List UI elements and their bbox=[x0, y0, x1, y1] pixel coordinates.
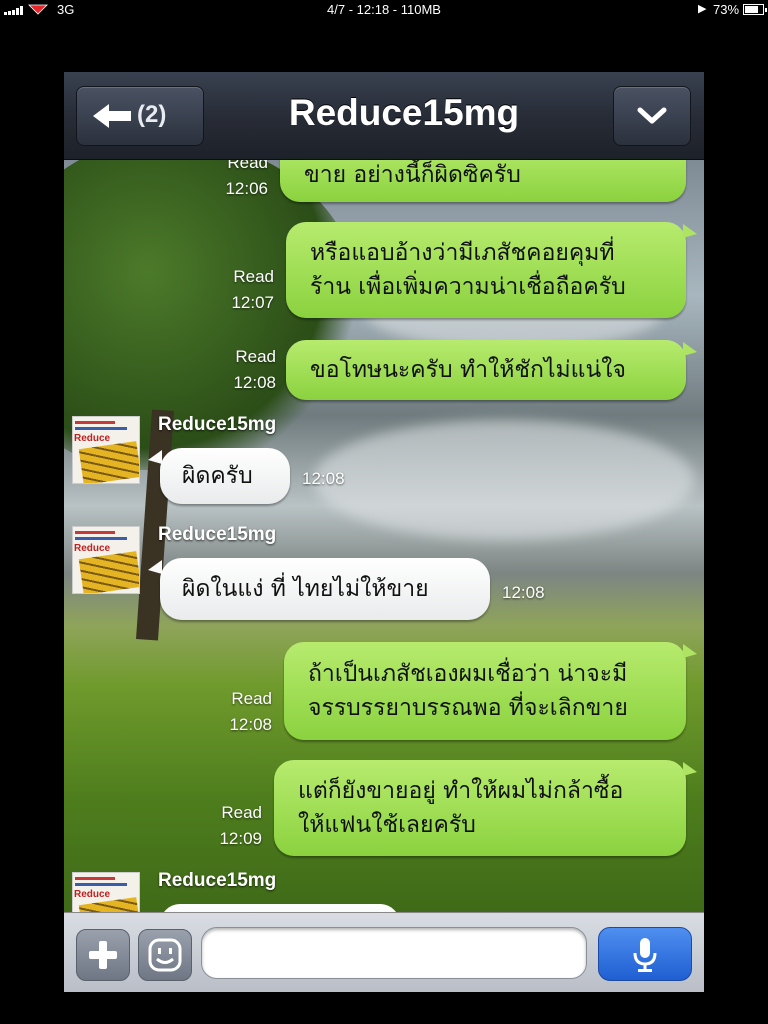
avatar-label: Reduce bbox=[74, 889, 111, 900]
message-time: 12:06 bbox=[225, 179, 268, 198]
battery-percent: 73% bbox=[713, 2, 740, 17]
bubble-tail bbox=[148, 560, 162, 574]
message-text: ผิดในแง่ ที่ ไทยไม่ให้ขาย bbox=[182, 576, 429, 602]
microphone-icon bbox=[633, 938, 657, 972]
sender-name: Reduce15mg bbox=[158, 414, 277, 435]
message-text: จรรบรรยาบรรณพอ ที่จะเลิกขาย bbox=[308, 695, 628, 721]
message-text: ให้แฟนใช้เลยครับ bbox=[298, 812, 476, 838]
message-text: หรือแอบอ้างว่ามีเภสัชคอยคุมที่ bbox=[310, 240, 615, 266]
message-meta: Read 12:07 bbox=[190, 264, 274, 316]
plus-icon bbox=[89, 941, 117, 969]
bubble-tail bbox=[683, 342, 697, 356]
avatar-label: Reduce bbox=[74, 543, 111, 554]
chat-app: (2) Reduce15mg Read 12:06 ขาย อย่างนี้ก็… bbox=[64, 72, 704, 992]
message-bubble: ผิดครับ bbox=[160, 448, 290, 504]
message-text: แต่ก็ยังขายอยู่ ทำให้ผมไม่กล้าซื้อ bbox=[298, 778, 624, 804]
message-bubble: ขอโทษนะครับ ทำให้ชักไม่แน่ใจ bbox=[286, 340, 686, 400]
navigation-bar: (2) Reduce15mg bbox=[64, 72, 704, 160]
back-button[interactable]: (2) bbox=[76, 86, 204, 146]
message-meta: Read 12:08 bbox=[188, 686, 272, 738]
message-text: ร้าน เพื่อเพิ่มความน่าเชื่อถือครับ bbox=[310, 274, 626, 300]
avatar-label: Reduce bbox=[74, 433, 111, 444]
bubble-tail bbox=[683, 644, 697, 658]
page-title: Reduce15mg bbox=[288, 92, 520, 133]
battery-icon bbox=[743, 4, 767, 15]
read-status: Read bbox=[235, 347, 276, 366]
message-meta: Read 12:08 bbox=[192, 344, 276, 396]
message-bubble: หรือแอบอ้างว่ามีเภสัชคอยคุมที่ ร้าน เพื่… bbox=[286, 222, 686, 318]
status-bar: 3G 4/7 - 12:18 - 110MB ▶ 73% bbox=[0, 0, 768, 20]
message-list[interactable]: Read 12:06 ขาย อย่างนี้ก็ผิดซิครับ Read … bbox=[64, 160, 704, 912]
message-bubble: ถ้าเป็นเภสัชเองผมเชื่อว่า น่าจะมี จรรบรร… bbox=[284, 642, 686, 740]
avatar[interactable]: Reduce bbox=[72, 526, 140, 594]
status-center-text: 4/7 - 12:18 - 110MB bbox=[327, 2, 441, 17]
avatar[interactable]: Reduce bbox=[72, 872, 140, 912]
read-status: Read bbox=[227, 160, 268, 172]
message-text: ขาย อย่างนี้ก็ผิดซิครับ bbox=[304, 162, 521, 188]
bubble-tail bbox=[683, 224, 697, 238]
avatar[interactable]: Reduce bbox=[72, 416, 140, 484]
message-time: 12:07 bbox=[231, 293, 274, 312]
back-arrow-icon bbox=[93, 104, 131, 128]
message-time: 12:09 bbox=[219, 829, 262, 848]
message-time: 12:08 bbox=[233, 373, 276, 392]
read-status: Read bbox=[231, 689, 272, 708]
read-status: Read bbox=[233, 267, 274, 286]
unread-count: (2) bbox=[137, 101, 167, 128]
sender-name: Reduce15mg bbox=[158, 870, 277, 891]
message-bubble bbox=[160, 904, 400, 912]
voice-button[interactable] bbox=[598, 927, 692, 981]
message-text: ถ้าเป็นเภสัชเองผมเชื่อว่า น่าจะมี bbox=[308, 661, 628, 687]
message-meta: Read 12:06 bbox=[184, 160, 268, 202]
message-time: 12:08 bbox=[502, 583, 545, 602]
bubble-tail bbox=[148, 450, 162, 464]
menu-button[interactable] bbox=[613, 86, 691, 146]
add-attachment-button[interactable] bbox=[76, 929, 130, 981]
sticker-button[interactable] bbox=[138, 929, 192, 981]
message-text: ขอโทษนะครับ ทำให้ชักไม่แน่ใจ bbox=[310, 357, 626, 383]
message-input[interactable] bbox=[201, 927, 587, 979]
message-bubble: แต่ก็ยังขายอยู่ ทำให้ผมไม่กล้าซื้อ ให้แฟ… bbox=[274, 760, 686, 856]
message-bubble: ขาย อย่างนี้ก็ผิดซิครับ bbox=[280, 160, 686, 202]
message-time: 12:08 bbox=[302, 469, 345, 488]
message-text: ผิดครับ bbox=[182, 463, 253, 489]
sender-name: Reduce15mg bbox=[158, 524, 277, 545]
message-meta: Read 12:09 bbox=[178, 800, 262, 852]
input-bar bbox=[64, 912, 704, 992]
message-time: 12:08 bbox=[229, 715, 272, 734]
smiley-icon bbox=[148, 938, 182, 972]
chevron-down-icon bbox=[637, 107, 667, 124]
bubble-tail bbox=[683, 762, 697, 776]
read-status: Read bbox=[221, 803, 262, 822]
play-icon: ▶ bbox=[698, 3, 707, 15]
message-bubble: ผิดในแง่ ที่ ไทยไม่ให้ขาย bbox=[160, 558, 490, 620]
